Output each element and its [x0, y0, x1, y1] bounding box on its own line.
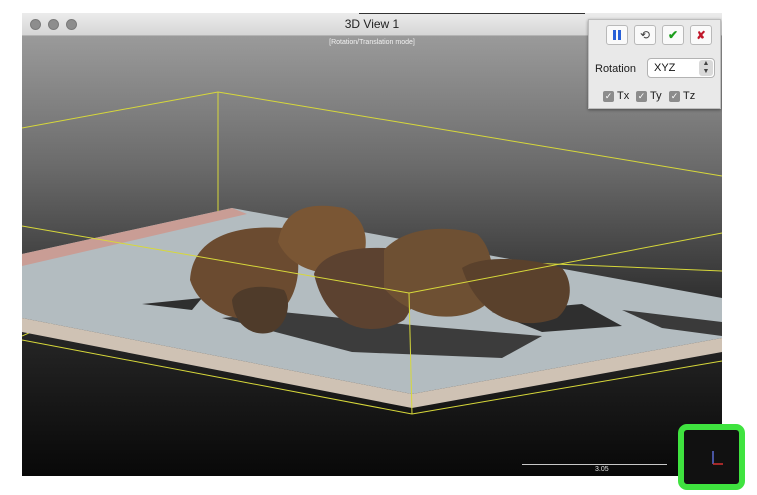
tz-label: Tz	[683, 90, 696, 102]
reset-button[interactable]: ⟲	[634, 25, 656, 45]
tx-label: Tx	[617, 90, 630, 102]
pause-button[interactable]	[606, 25, 628, 45]
chevron-updown-icon: ▲ ▼	[699, 60, 713, 76]
3d-view-window: 3D View 1 [Rotation/Translation mode] 3.…	[22, 13, 722, 476]
checkbox-icon: ✓	[669, 90, 680, 102]
ty-checkbox[interactable]: ✓ Ty	[636, 90, 662, 102]
rotation-label: Rotation	[595, 63, 636, 75]
apply-button[interactable]: ✔	[662, 25, 684, 45]
reset-icon: ⟲	[639, 28, 651, 42]
checkbox-icon: ✓	[603, 90, 614, 102]
rotation-select[interactable]: XYZ ▲ ▼	[647, 58, 715, 78]
ty-label: Ty	[650, 90, 662, 102]
tx-checkbox[interactable]: ✓ Tx	[603, 90, 629, 102]
axis-trihedron-icon	[712, 451, 723, 465]
close-icon: ✘	[696, 29, 706, 42]
axis-indicator-highlight[interactable]	[678, 424, 745, 490]
rotation-select-value: XYZ	[654, 62, 676, 74]
scale-label: 3.05	[595, 466, 609, 473]
scale-bar	[522, 464, 667, 465]
checkbox-icon: ✓	[636, 90, 647, 102]
tz-checkbox[interactable]: ✓ Tz	[669, 90, 695, 102]
cancel-button[interactable]: ✘	[690, 25, 712, 45]
checkmark-icon: ✔	[667, 28, 679, 42]
title-underline	[359, 13, 585, 14]
transform-tool-panel: ⟲ ✔ ✘ Rotation XYZ ▲ ▼ ✓ Tx ✓ Ty ✓ Tz	[588, 19, 721, 109]
pause-icon	[613, 30, 621, 40]
